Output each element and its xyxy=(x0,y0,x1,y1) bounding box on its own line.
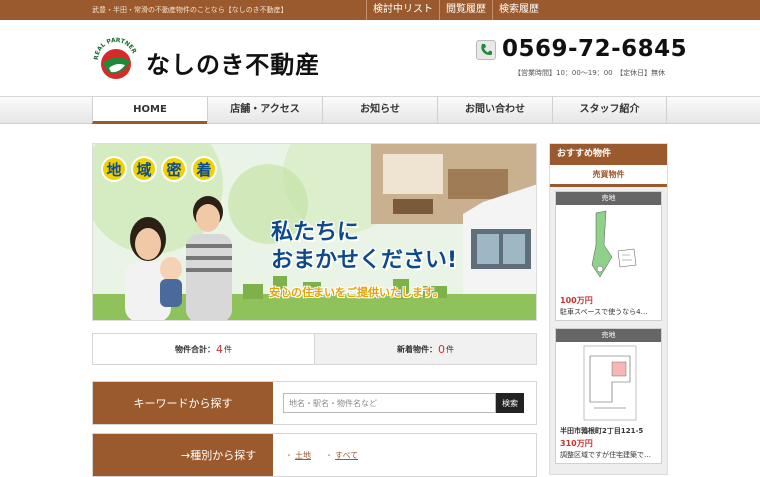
property-description: 調整区域ですが住宅建築で… xyxy=(560,451,651,459)
property-map-image[interactable] xyxy=(556,205,661,293)
site-tagline: 武豊・半田・常滑の不動産物件のことなら【なしのき不動産】 xyxy=(92,6,288,14)
property-type: 売地 xyxy=(556,329,661,342)
bullet-icon: ・ xyxy=(325,450,333,460)
bullet-icon: ・ xyxy=(285,450,293,460)
nav-store-access[interactable]: 店舗・アクセス xyxy=(207,97,322,124)
top-bar: 武豊・半田・常滑の不動産物件のことなら【なしのき不動産】 検討中リスト 閲覧履歴… xyxy=(0,0,760,20)
total-label: 物件合計： xyxy=(175,344,215,354)
nav-news[interactable]: お知らせ xyxy=(322,97,437,124)
total-value: 4 xyxy=(216,342,223,356)
search-button[interactable]: 検索 xyxy=(496,393,524,413)
total-properties: 物件合計： 4 件 xyxy=(93,334,314,364)
hero-subline: 安心の住まいをご提供いたします。 xyxy=(269,286,444,299)
total-unit: 件 xyxy=(224,344,232,354)
nav-home[interactable]: HOME xyxy=(92,97,207,124)
hero-banner[interactable]: 地 域 密 着 私たちに おまかせください! 安心の住まいをご提供いたします。 xyxy=(92,143,537,321)
category-all-link[interactable]: すべて xyxy=(335,451,358,460)
sidebar-heading: おすすめ物件 xyxy=(550,144,667,165)
nav-contact[interactable]: お問い合わせ xyxy=(437,97,552,124)
property-type: 売地 xyxy=(556,192,661,205)
keyword-input[interactable] xyxy=(283,393,496,413)
hero-badge: 地 xyxy=(101,156,127,182)
nav-staff[interactable]: スタッフ紹介 xyxy=(552,97,667,124)
property-card[interactable]: 売地 半田市鶉根町2丁目121-5 310万円 調整区域ですが住宅建築で… xyxy=(555,328,662,464)
hero-badge: 密 xyxy=(161,156,187,182)
phone-icon xyxy=(476,40,496,60)
category-search: →種別から探す ・土地 ・すべて xyxy=(92,433,537,477)
new-unit: 件 xyxy=(446,344,454,354)
sidebar-tab-sale[interactable]: 売買物件 xyxy=(550,165,667,187)
hero-badges: 地 域 密 着 xyxy=(101,156,217,182)
hero-badge: 域 xyxy=(131,156,157,182)
property-price: 310万円 xyxy=(560,439,593,448)
keyword-search-label: キーワードから探す xyxy=(93,382,273,424)
hero-headline-2: おまかせください! xyxy=(271,248,458,273)
company-logo[interactable]: REAL PARTNER xyxy=(92,34,140,82)
site-header: REAL PARTNER なしのき不動産 0569-72-6845 【営業時間】… xyxy=(0,20,760,96)
property-map-image[interactable] xyxy=(556,342,661,424)
watchlist-link[interactable]: 検討中リスト xyxy=(366,0,439,20)
property-description: 駐車スペースで使うなら4… xyxy=(560,308,648,316)
property-card[interactable]: 売地 100万円 駐車スペースで使うなら4… xyxy=(555,191,662,321)
property-price: 100万円 xyxy=(560,296,593,305)
new-value: 0 xyxy=(438,342,445,356)
brand-name: なしのき不動産 xyxy=(146,51,321,79)
business-hours: 【営業時間】10：00～19：00 【定休日】無休 xyxy=(514,69,666,77)
category-land-link[interactable]: 土地 xyxy=(295,451,311,460)
keyword-search: キーワードから探す 検索 xyxy=(92,381,537,425)
new-label: 新着物件： xyxy=(397,344,437,354)
view-history-link[interactable]: 閲覧履歴 xyxy=(439,0,492,20)
property-address: 半田市鶉根町2丁目121-5 xyxy=(560,427,644,435)
hero-badge: 着 xyxy=(191,156,217,182)
phone-number[interactable]: 0569-72-6845 xyxy=(502,36,687,62)
recommended-sidebar: おすすめ物件 売買物件 売地 100万円 駐車スペースで使うなら4… 売地 半田… xyxy=(549,143,668,475)
property-stats: 物件合計： 4 件 新着物件： 0 件 xyxy=(92,333,537,365)
main-nav: HOME 店舗・アクセス お知らせ お問い合わせ スタッフ紹介 xyxy=(0,96,760,124)
top-links: 検討中リスト 閲覧履歴 検索履歴 xyxy=(366,0,545,20)
category-search-label: →種別から探す xyxy=(93,434,273,476)
search-history-link[interactable]: 検索履歴 xyxy=(492,0,545,20)
new-properties: 新着物件： 0 件 xyxy=(314,334,536,364)
